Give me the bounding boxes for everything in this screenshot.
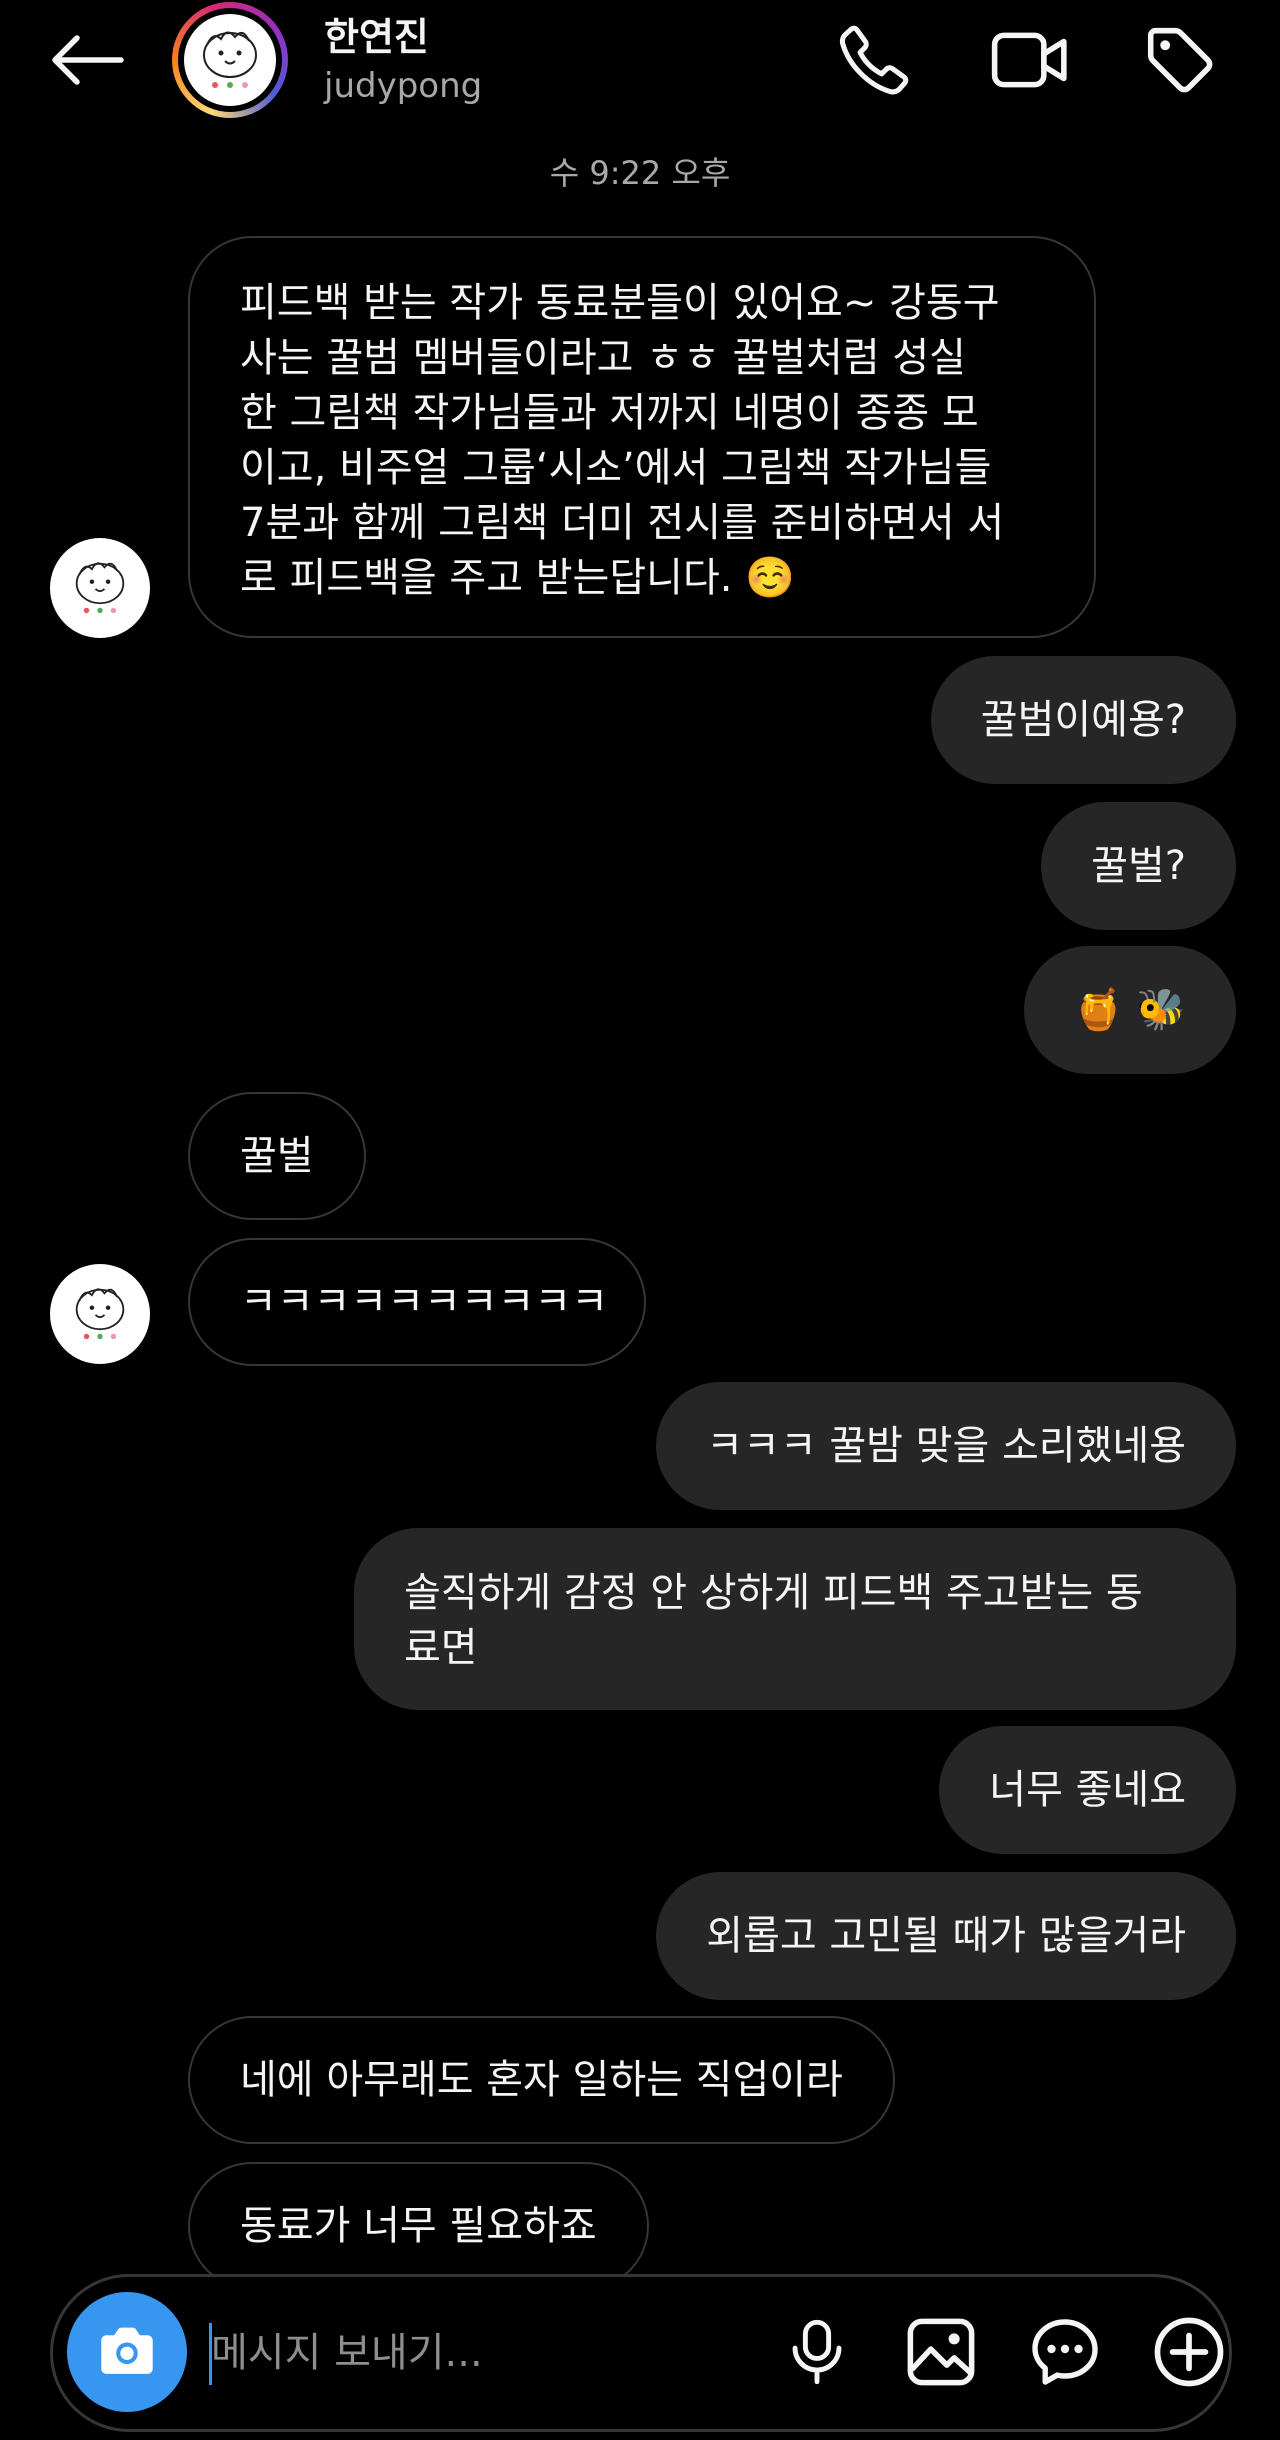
video-call-button[interactable] bbox=[988, 18, 1072, 102]
plus-circle-icon bbox=[1154, 2317, 1224, 2387]
tag-icon bbox=[1147, 27, 1213, 93]
message-bubble-received[interactable]: 꿀벌 bbox=[188, 1092, 366, 1220]
image-icon bbox=[907, 2318, 975, 2386]
message-bubble-received[interactable]: 동료가 너무 필요하죠 bbox=[188, 2162, 649, 2290]
message-bubble-sent[interactable]: 꿀벌? bbox=[1041, 802, 1236, 930]
message-bubble-sent[interactable]: 꿀범이예용? bbox=[930, 656, 1236, 784]
sender-avatar[interactable] bbox=[50, 538, 150, 638]
arrow-left-icon bbox=[52, 35, 124, 85]
message-input[interactable] bbox=[211, 2317, 731, 2389]
contact-name[interactable]: 한연진 bbox=[324, 6, 429, 61]
sender-avatar[interactable] bbox=[50, 1264, 150, 1364]
voice-message-button[interactable] bbox=[769, 2304, 865, 2400]
message-bubble-sent[interactable]: 너무 좋네요 bbox=[939, 1726, 1236, 1854]
avatar-illustration bbox=[75, 1288, 125, 1340]
profile-avatar[interactable] bbox=[172, 2, 288, 118]
chat-header: 한연진 judypong bbox=[0, 0, 1280, 130]
more-button[interactable] bbox=[1141, 2304, 1237, 2400]
message-composer bbox=[50, 2274, 1232, 2432]
gallery-button[interactable] bbox=[893, 2304, 989, 2400]
thread-timestamp: 수 9:22 오후 bbox=[549, 154, 731, 192]
voice-call-button[interactable] bbox=[832, 18, 916, 102]
message-bubble-sent[interactable]: 🍯 🐝 bbox=[1023, 946, 1236, 1074]
message-bubble-received[interactable]: 피드백 받는 작가 동료분들이 있어요~ 강동구 사는 꿀범 멤버들이라고 ㅎㅎ… bbox=[188, 236, 1096, 638]
message-bubble-received[interactable]: 네에 아무래도 혼자 일하는 직업이라 bbox=[188, 2016, 895, 2144]
tag-button[interactable] bbox=[1138, 18, 1222, 102]
avatar-illustration bbox=[203, 31, 257, 88]
message-bubble-sent[interactable]: ㅋㅋㅋ 꿀밤 맞을 소리했네용 bbox=[656, 1382, 1236, 1510]
phone-icon bbox=[839, 25, 909, 95]
camera-button[interactable] bbox=[67, 2292, 187, 2412]
video-camera-icon bbox=[991, 32, 1067, 88]
message-bubble-sent[interactable]: 외롭고 고민될 때가 많을거라 bbox=[656, 1872, 1236, 2000]
message-bubble-sent[interactable]: 솔직하게 감정 안 상하게 피드백 주고받는 동 료면 bbox=[354, 1528, 1236, 1710]
chat-bubble-icon bbox=[1032, 2319, 1098, 2385]
camera-icon bbox=[101, 2327, 153, 2374]
avatar-illustration bbox=[75, 562, 125, 614]
contact-username[interactable]: judypong bbox=[324, 66, 482, 106]
microphone-icon bbox=[792, 2319, 842, 2385]
message-bubble-received[interactable]: ㅋㅋㅋㅋㅋㅋㅋㅋㅋㅋ bbox=[188, 1238, 646, 1366]
sticker-button[interactable] bbox=[1017, 2304, 1113, 2400]
back-button[interactable] bbox=[44, 22, 130, 98]
